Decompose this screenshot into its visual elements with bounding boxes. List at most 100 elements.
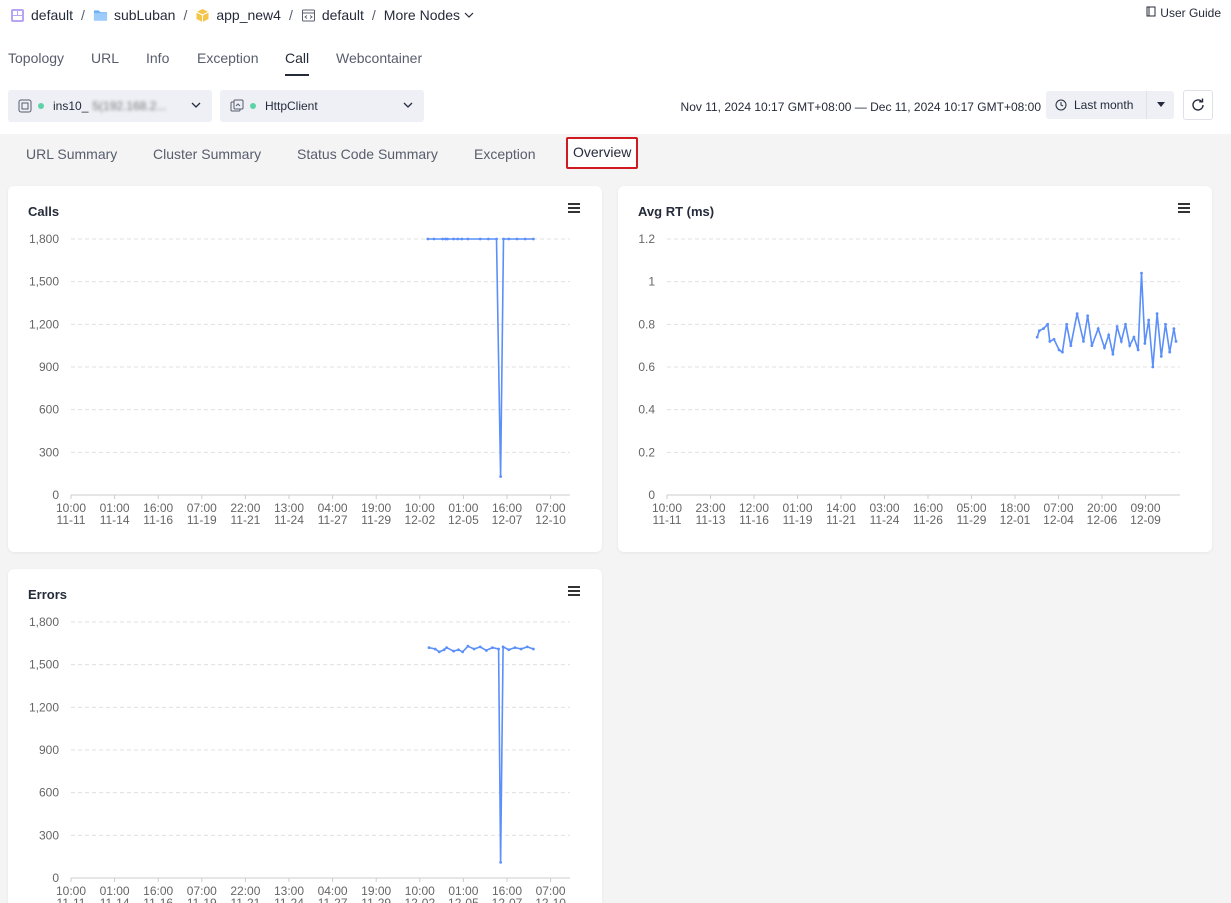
x-tick-label: 11-16	[143, 513, 173, 527]
tab-topology[interactable]: Topology	[8, 50, 64, 74]
y-tick-label: 1,200	[29, 317, 59, 331]
data-point	[486, 237, 490, 241]
x-tick-label: 11-21	[230, 513, 260, 527]
data-point	[445, 646, 449, 649]
subtab-cluster-summary[interactable]: Cluster Summary	[153, 139, 261, 169]
data-point	[442, 648, 446, 652]
period-label: Last month	[1074, 98, 1134, 112]
data-point	[1172, 327, 1176, 330]
series-line	[428, 645, 534, 863]
tab-info[interactable]: Info	[146, 50, 169, 74]
x-tick-label: 12-04	[1043, 513, 1074, 527]
data-point	[478, 237, 482, 241]
data-point	[1061, 350, 1064, 354]
type-select[interactable]: HttpClient	[220, 90, 424, 122]
subtab-exception[interactable]: Exception	[474, 139, 535, 169]
errors-chart-card: Errors 0 300 600 900 1,200 1,500 1,800 10:00 11-…	[8, 569, 602, 903]
data-point	[456, 237, 460, 241]
breadcrumb-item-app[interactable]: app_new4	[195, 7, 281, 23]
data-point	[460, 237, 464, 241]
x-tick-label: 12-02	[404, 896, 435, 903]
tab-url[interactable]: URL	[91, 50, 119, 74]
date-range-text[interactable]: Nov 11, 2024 10:17 GMT+08:00 — Dec 11, 2…	[681, 100, 1041, 114]
y-tick-label: 0.6	[638, 360, 655, 374]
user-guide-link[interactable]: User Guide	[1146, 6, 1221, 20]
data-point	[1128, 344, 1132, 348]
data-point	[1119, 340, 1123, 343]
data-point	[1143, 342, 1147, 345]
caret-down-icon[interactable]	[1146, 91, 1174, 119]
instance-icon	[18, 99, 32, 113]
data-point	[1069, 344, 1073, 348]
data-point	[1159, 354, 1163, 358]
data-point	[432, 237, 436, 241]
y-tick-label: 1,800	[29, 232, 59, 246]
more-nodes-label: More Nodes	[383, 7, 461, 23]
tab-exception[interactable]: Exception	[197, 50, 258, 74]
data-point	[531, 237, 535, 241]
x-tick-label: 11-24	[274, 513, 304, 527]
data-point	[1057, 348, 1061, 352]
data-point	[1075, 312, 1079, 316]
x-tick-label: 11-21	[230, 896, 260, 903]
x-tick-label: 12-01	[1000, 513, 1031, 527]
x-tick-label: 11-11	[57, 896, 86, 903]
breadcrumb-separator: /	[288, 7, 293, 23]
x-tick-label: 11-29	[361, 513, 391, 527]
x-tick-label: 12-05	[448, 513, 479, 527]
refresh-button[interactable]	[1183, 90, 1213, 120]
chevron-down-icon	[402, 99, 414, 114]
x-tick-label: 11-14	[100, 513, 130, 527]
data-point	[1151, 365, 1155, 369]
tab-webcontainer[interactable]: Webcontainer	[336, 50, 422, 74]
data-point	[1174, 340, 1178, 343]
y-tick-label: 1	[648, 275, 655, 289]
y-tick-label: 0.8	[638, 317, 655, 331]
tab-call[interactable]: Call	[285, 50, 310, 76]
breadcrumb-separator: /	[81, 7, 85, 23]
y-tick-label: 0	[648, 488, 655, 502]
data-point	[1046, 322, 1050, 326]
x-tick-label: 11-29	[957, 513, 987, 527]
subtab-url-summary[interactable]: URL Summary	[26, 139, 117, 169]
data-point	[1111, 352, 1115, 356]
x-tick-label: 12-05	[448, 896, 479, 903]
refresh-icon	[1190, 97, 1206, 113]
x-tick-label: 11-13	[696, 513, 726, 527]
data-point	[1035, 335, 1039, 339]
data-point	[452, 649, 455, 653]
main-tabs: Topology URL Info Exception Call Webcont…	[0, 30, 1231, 78]
breadcrumb-separator: /	[371, 7, 376, 23]
data-point	[1103, 346, 1106, 350]
data-point	[1048, 340, 1052, 343]
data-point	[437, 650, 441, 654]
breadcrumb-label: subLuban	[113, 7, 176, 23]
data-point	[1086, 314, 1090, 318]
data-point	[484, 649, 488, 652]
data-point	[1164, 322, 1167, 326]
data-point	[1037, 329, 1041, 333]
breadcrumb-item-subluban[interactable]: subLuban	[93, 7, 176, 23]
subtab-status-code-summary[interactable]: Status Code Summary	[297, 139, 438, 169]
data-point	[1155, 312, 1159, 316]
subtab-overview[interactable]: Overview	[566, 137, 639, 169]
instance-select[interactable]: ins10_ 5(192.168.2...	[8, 90, 212, 122]
data-point	[466, 644, 470, 648]
book-icon	[1146, 6, 1156, 20]
period-select[interactable]: Last month	[1046, 91, 1174, 119]
breadcrumb-item-default-env[interactable]: default	[301, 7, 364, 23]
user-guide-label: User Guide	[1160, 6, 1221, 20]
clock-icon	[1055, 99, 1067, 111]
series-line	[427, 238, 534, 477]
data-point	[501, 645, 505, 649]
data-point	[1140, 271, 1143, 275]
x-tick-label: 11-19	[187, 896, 217, 903]
breadcrumb-item-default[interactable]: default	[10, 7, 73, 23]
data-point	[466, 237, 470, 241]
x-tick-label: 11-19	[783, 513, 813, 527]
data-point	[507, 648, 511, 652]
x-tick-label: 11-16	[739, 513, 769, 527]
more-nodes-dropdown[interactable]: More Nodes	[384, 7, 474, 23]
data-point	[497, 647, 500, 651]
y-tick-label: 1,500	[29, 275, 59, 289]
